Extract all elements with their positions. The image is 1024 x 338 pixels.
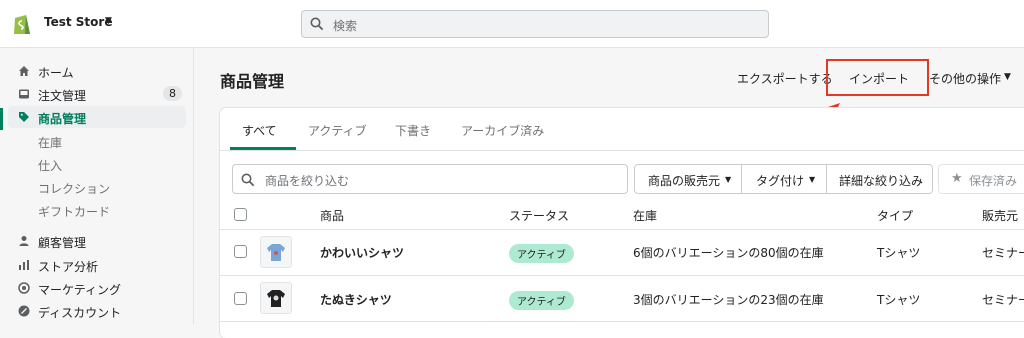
- column-header-inventory[interactable]: 在庫: [633, 207, 657, 224]
- sidebar-subitem-transfers[interactable]: 仕入: [38, 157, 62, 174]
- sidebar-item-label: 注文管理: [38, 89, 87, 103]
- page-title: 商品管理: [220, 72, 285, 91]
- tab-draft[interactable]: 下書き: [395, 122, 431, 139]
- person-icon: [19, 236, 29, 246]
- tagged-filter-button[interactable]: タグ付け ▼: [741, 164, 827, 194]
- row-checkbox[interactable]: [234, 292, 247, 305]
- target-icon: [18, 282, 30, 294]
- sidebar-subitem-inventory[interactable]: 在庫: [38, 134, 62, 151]
- product-filter-input[interactable]: 商品を絞り込む: [232, 164, 628, 194]
- search-icon: [241, 173, 255, 187]
- vendor-cell: セミナー: [982, 246, 1024, 260]
- sidebar: ホーム 注文管理 8 商品管理 在庫 仕入 コレクション ギフトカード 顧客管理…: [0, 48, 194, 324]
- caret-down-icon[interactable]: ▼: [105, 16, 112, 26]
- bar-chart-icon: [19, 260, 29, 270]
- column-header-product[interactable]: 商品: [320, 207, 344, 224]
- vendor-filter-button[interactable]: 商品の販売元 ▼: [634, 164, 742, 194]
- tag-icon: [19, 112, 29, 122]
- divider: [220, 275, 1024, 276]
- row-checkbox[interactable]: [234, 245, 247, 258]
- more-actions-button[interactable]: その他の操作: [929, 70, 1001, 87]
- product-name-link[interactable]: たぬきシャツ: [320, 291, 392, 308]
- tab-active[interactable]: アクティブ: [308, 122, 367, 139]
- product-thumbnail[interactable]: [260, 236, 292, 268]
- store-name[interactable]: Test Store: [44, 15, 112, 29]
- column-header-vendor[interactable]: 販売元: [982, 207, 1018, 224]
- column-header-status[interactable]: ステータス: [509, 207, 569, 224]
- type-cell: Tシャツ: [877, 293, 921, 307]
- orders-count-badge: 8: [163, 86, 182, 101]
- save-filter-label: 保存済み: [969, 174, 1018, 188]
- status-badge: アクティブ: [509, 244, 574, 263]
- divider: [220, 321, 1024, 322]
- divider: [220, 229, 1024, 230]
- star-icon: ★: [951, 171, 963, 186]
- sidebar-item-label: マーケティング: [38, 283, 122, 297]
- shirt-image-icon: [267, 244, 285, 261]
- product-thumbnail[interactable]: [260, 282, 292, 314]
- sidebar-item-analytics[interactable]: ストア分析: [8, 254, 186, 276]
- top-bar: Test Store ▼ 検索: [0, 0, 1024, 48]
- caret-down-icon[interactable]: ▼: [1004, 72, 1011, 82]
- search-icon: [310, 17, 324, 31]
- more-filters-label: 詳細な絞り込み: [839, 174, 924, 188]
- discount-icon: [18, 305, 30, 317]
- tagged-filter-label: タグ付け: [756, 174, 805, 188]
- sidebar-item-label: 顧客管理: [38, 236, 87, 250]
- more-filters-button[interactable]: 詳細な絞り込み: [826, 164, 933, 194]
- sidebar-item-label: ストア分析: [38, 260, 99, 274]
- sidebar-item-marketing[interactable]: マーケティング: [8, 277, 186, 299]
- column-header-type[interactable]: タイプ: [877, 207, 913, 224]
- divider: [220, 150, 1024, 151]
- status-badge: アクティブ: [509, 291, 574, 310]
- active-indicator: [0, 108, 3, 130]
- search-placeholder: 検索: [333, 19, 358, 33]
- sidebar-item-orders[interactable]: 注文管理 8: [8, 83, 186, 105]
- tab-archived[interactable]: アーカイブ済み: [461, 122, 544, 139]
- select-all-checkbox[interactable]: [234, 208, 247, 221]
- filter-placeholder: 商品を絞り込む: [265, 174, 350, 188]
- sidebar-subitem-collections[interactable]: コレクション: [38, 180, 110, 197]
- inventory-cell: 3個のバリエーションの23個の在庫: [633, 293, 824, 307]
- sidebar-item-discounts[interactable]: ディスカウント: [8, 300, 186, 322]
- tab-all[interactable]: すべて: [242, 122, 277, 139]
- type-cell: Tシャツ: [877, 246, 921, 260]
- caret-down-icon: ▼: [725, 175, 732, 184]
- inventory-cell: 6個のバリエーションの80個の在庫: [633, 246, 824, 260]
- sidebar-item-label: 商品管理: [38, 112, 87, 126]
- shirt-image-icon: [267, 290, 285, 307]
- home-icon: [19, 66, 29, 76]
- shopify-logo-icon: [14, 15, 30, 34]
- product-name-link[interactable]: かわいいシャツ: [320, 244, 404, 261]
- sidebar-item-customers[interactable]: 顧客管理: [8, 230, 186, 252]
- global-search-input[interactable]: 検索: [301, 10, 769, 38]
- sidebar-subitem-gift-cards[interactable]: ギフトカード: [38, 203, 110, 220]
- inbox-icon: [19, 89, 29, 99]
- sidebar-item-products[interactable]: 商品管理: [8, 106, 186, 128]
- save-filter-button[interactable]: ★ 保存済み: [938, 164, 1024, 194]
- products-card: すべて アクティブ 下書き アーカイブ済み 商品を絞り込む 商品の販売元 ▼ タ…: [220, 108, 1024, 338]
- export-button[interactable]: エクスポートする: [737, 70, 833, 87]
- import-highlight-box: [826, 59, 929, 96]
- vendor-filter-label: 商品の販売元: [648, 174, 721, 188]
- sidebar-item-label: ホーム: [38, 66, 74, 80]
- caret-down-icon: ▼: [809, 175, 816, 184]
- vendor-cell: セミナー: [982, 293, 1024, 307]
- sidebar-item-label: ディスカウント: [38, 306, 122, 320]
- sidebar-item-home[interactable]: ホーム: [8, 60, 186, 82]
